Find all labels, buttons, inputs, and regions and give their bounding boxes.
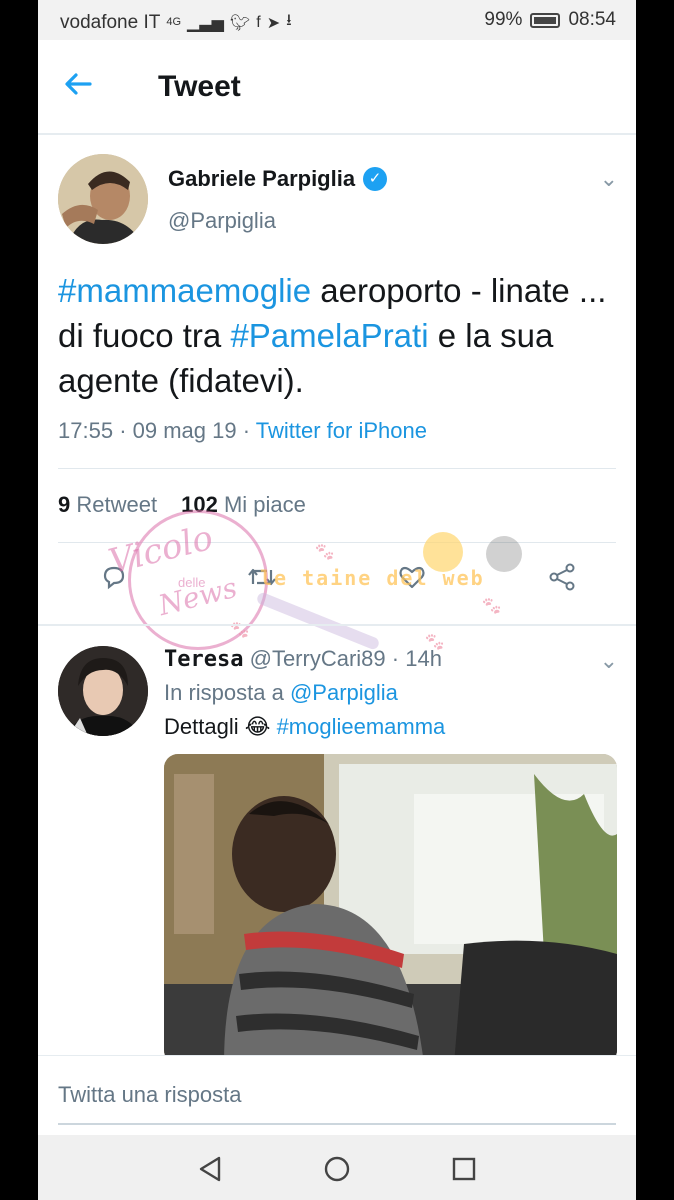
hashtag-link[interactable]: #mammaemoglie: [58, 272, 311, 309]
tweet-source-link[interactable]: Twitter for iPhone: [256, 418, 427, 443]
author-avatar[interactable]: [58, 154, 148, 244]
verified-badge-icon: ✓: [363, 167, 388, 191]
hashtag-link[interactable]: #PamelaPrati: [230, 317, 428, 354]
mention-link[interactable]: @Parpiglia: [290, 680, 398, 705]
telegram-icon: ➤: [266, 14, 281, 32]
reply-photo: [58, 646, 148, 736]
battery-percent: 99%: [484, 9, 523, 30]
tweet-text: #mammaemoglie aeroporto - linate ... di …: [58, 268, 618, 403]
reply-author-name[interactable]: Teresa: [164, 647, 243, 672]
reply-media-gif[interactable]: [164, 754, 617, 1064]
square-recents-icon: [452, 1157, 476, 1181]
laughing-emoji-icon: 😂: [244, 714, 271, 739]
arrow-left-icon: [65, 73, 92, 95]
back-nav-button[interactable]: [190, 1149, 230, 1189]
compose-reply-bar[interactable]: Twitta una risposta: [38, 1055, 636, 1135]
chevron-down-icon[interactable]: ⌄: [600, 166, 618, 192]
system-nav-bar: [38, 1135, 636, 1200]
hashtag-link[interactable]: #moglieemamma: [277, 714, 446, 739]
status-bar: vodafone IT 4G ▁▃▅ 🐦︎ f ➤ ⭳ 99% 08:54: [38, 0, 636, 40]
watermark-character: [486, 536, 522, 572]
chevron-down-icon[interactable]: ⌄: [600, 648, 618, 674]
reply-header: Teresa @TerryCari89 · 14h: [164, 646, 442, 672]
reply-avatar[interactable]: [58, 646, 148, 736]
clock: 08:54: [568, 9, 616, 30]
divider: [58, 468, 616, 469]
retweets-stat[interactable]: 9 Retweet: [58, 492, 157, 518]
signal-icon: 4G: [166, 16, 182, 28]
author-photo: [58, 154, 148, 244]
twitter-screen: vodafone IT 4G ▁▃▅ 🐦︎ f ➤ ⭳ 99% 08:54 Tw…: [38, 0, 636, 1200]
share-button[interactable]: [542, 562, 582, 602]
twitter-bird-icon: 🐦︎: [229, 14, 251, 32]
media-thumbnail: [164, 754, 617, 1064]
reply-author-handle[interactable]: @TerryCari89: [250, 646, 386, 671]
carrier-label: vodafone IT: [60, 11, 161, 33]
tweet-time: 17:55: [58, 418, 114, 443]
reply-age: 14h: [405, 646, 442, 671]
recents-nav-button[interactable]: [444, 1149, 484, 1189]
paw-icon: 🐾︎: [480, 596, 503, 616]
author-handle[interactable]: @Parpiglia: [168, 208, 276, 234]
paw-icon: 🐾︎: [313, 542, 336, 562]
author-name[interactable]: Gabriele Parpiglia ✓: [168, 166, 388, 192]
page-title: Tweet: [158, 70, 241, 103]
download-icon: ⭳: [286, 12, 292, 29]
reply-tweet[interactable]: Teresa @TerryCari89 · 14h ⌄ In risposta …: [38, 624, 636, 1064]
input-underline: [58, 1123, 616, 1125]
watermark-text: le taine del web: [260, 566, 485, 590]
signal-bars-icon: ▁▃▅: [187, 14, 224, 32]
circle-home-icon: [324, 1156, 350, 1182]
home-nav-button[interactable]: [317, 1149, 357, 1189]
reply-input[interactable]: Twitta una risposta: [58, 1082, 241, 1108]
reply-to-line: In risposta a @Parpiglia: [164, 680, 398, 705]
tweet-date: 09 mag 19: [132, 418, 237, 443]
share-icon: [549, 563, 575, 591]
facebook-icon: f: [256, 13, 261, 31]
tweet-timestamp: 17:55 · 09 mag 19 · Twitter for iPhone: [58, 418, 427, 443]
app-header: Tweet: [38, 40, 636, 135]
back-button[interactable]: [62, 68, 102, 108]
battery-icon: [530, 12, 561, 28]
reply-text: Dettagli 😂 #moglieemamma: [164, 714, 446, 739]
triangle-back-icon: [199, 1156, 221, 1182]
